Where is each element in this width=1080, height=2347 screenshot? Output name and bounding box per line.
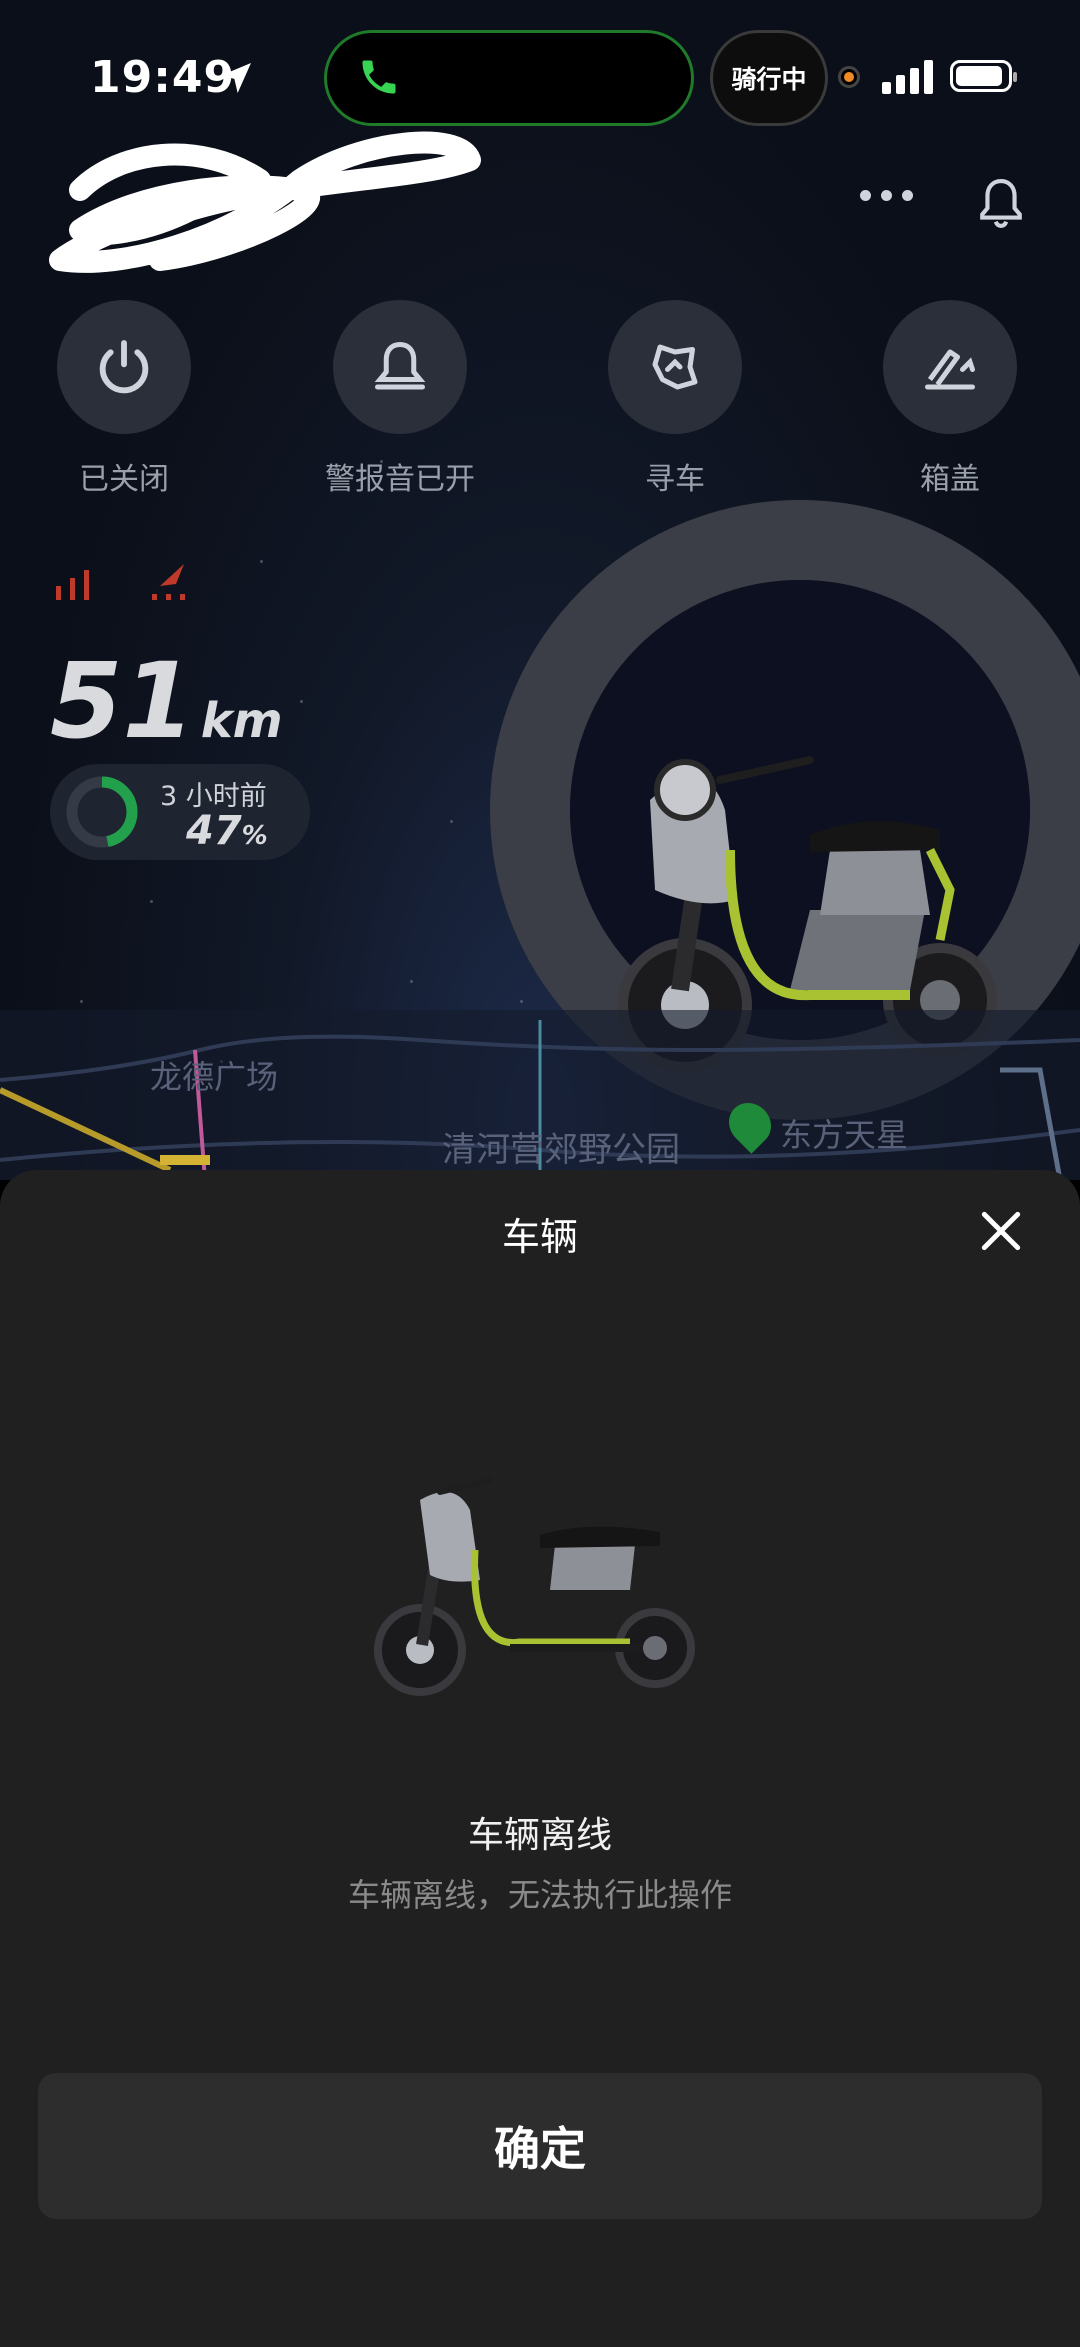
more-options-icon[interactable] [860, 190, 913, 201]
confirm-button[interactable]: 确定 [38, 2073, 1042, 2219]
privacy-indicator-icon [838, 66, 860, 88]
find-vehicle-label: 寻车 [645, 462, 705, 497]
offline-title: 车辆离线 [467, 1815, 612, 1856]
map-label-poi: 东方天星 [780, 1116, 909, 1154]
quick-actions: 已关闭 警报音已开 寻车 箱盖 [0, 300, 1080, 497]
scooter-thumbnail [374, 1477, 695, 1696]
redacted-vehicle-name [49, 131, 481, 273]
map-label-longde: 龙德广场 [150, 1058, 279, 1096]
dynamic-island-call[interactable] [324, 30, 694, 126]
trunk-lid-label: 箱盖 [920, 462, 980, 497]
range-unit: km [200, 693, 283, 749]
vehicle-signal-icon [56, 564, 185, 600]
trunk-lid-icon [925, 349, 975, 390]
battery-level-pill[interactable]: 3 小时前 47% [50, 764, 310, 860]
battery-percent: 47% [186, 808, 268, 854]
power-icon [99, 340, 149, 394]
alarm-action-label: 警报音已开 [325, 462, 475, 497]
map-label-park: 清河营郊野公园 [442, 1130, 680, 1170]
notification-bell-icon[interactable] [976, 176, 1026, 232]
location-arrow-icon [221, 63, 251, 93]
status-time: 19:49 [90, 52, 236, 103]
battery-icon [950, 60, 1017, 92]
range-value: 51 [50, 640, 195, 762]
find-vehicle-icon [652, 344, 698, 390]
riding-activity-badge[interactable]: 骑行中 [710, 30, 828, 126]
range-readout: 51 km [50, 640, 283, 762]
close-icon[interactable] [976, 1206, 1026, 1256]
sheet-title: 车辆 [501, 1215, 578, 1259]
alarm-action[interactable]: 警报音已开 [300, 300, 500, 498]
trunk-lid-action[interactable]: 箱盖 [850, 300, 1050, 498]
power-action[interactable]: 已关闭 [24, 300, 224, 498]
power-action-label: 已关闭 [79, 462, 169, 497]
vehicle-bottom-sheet: 车辆 车辆离线 车辆离线，无法执行此操作 确定 [0, 1170, 1080, 2347]
phone-icon [362, 60, 396, 94]
bell-icon [374, 341, 426, 390]
cellular-signal-icon [882, 60, 933, 94]
offline-message: 车辆离线，无法执行此操作 [347, 1876, 732, 1914]
battery-ring [66, 776, 138, 848]
find-vehicle-action[interactable]: 寻车 [575, 300, 775, 498]
